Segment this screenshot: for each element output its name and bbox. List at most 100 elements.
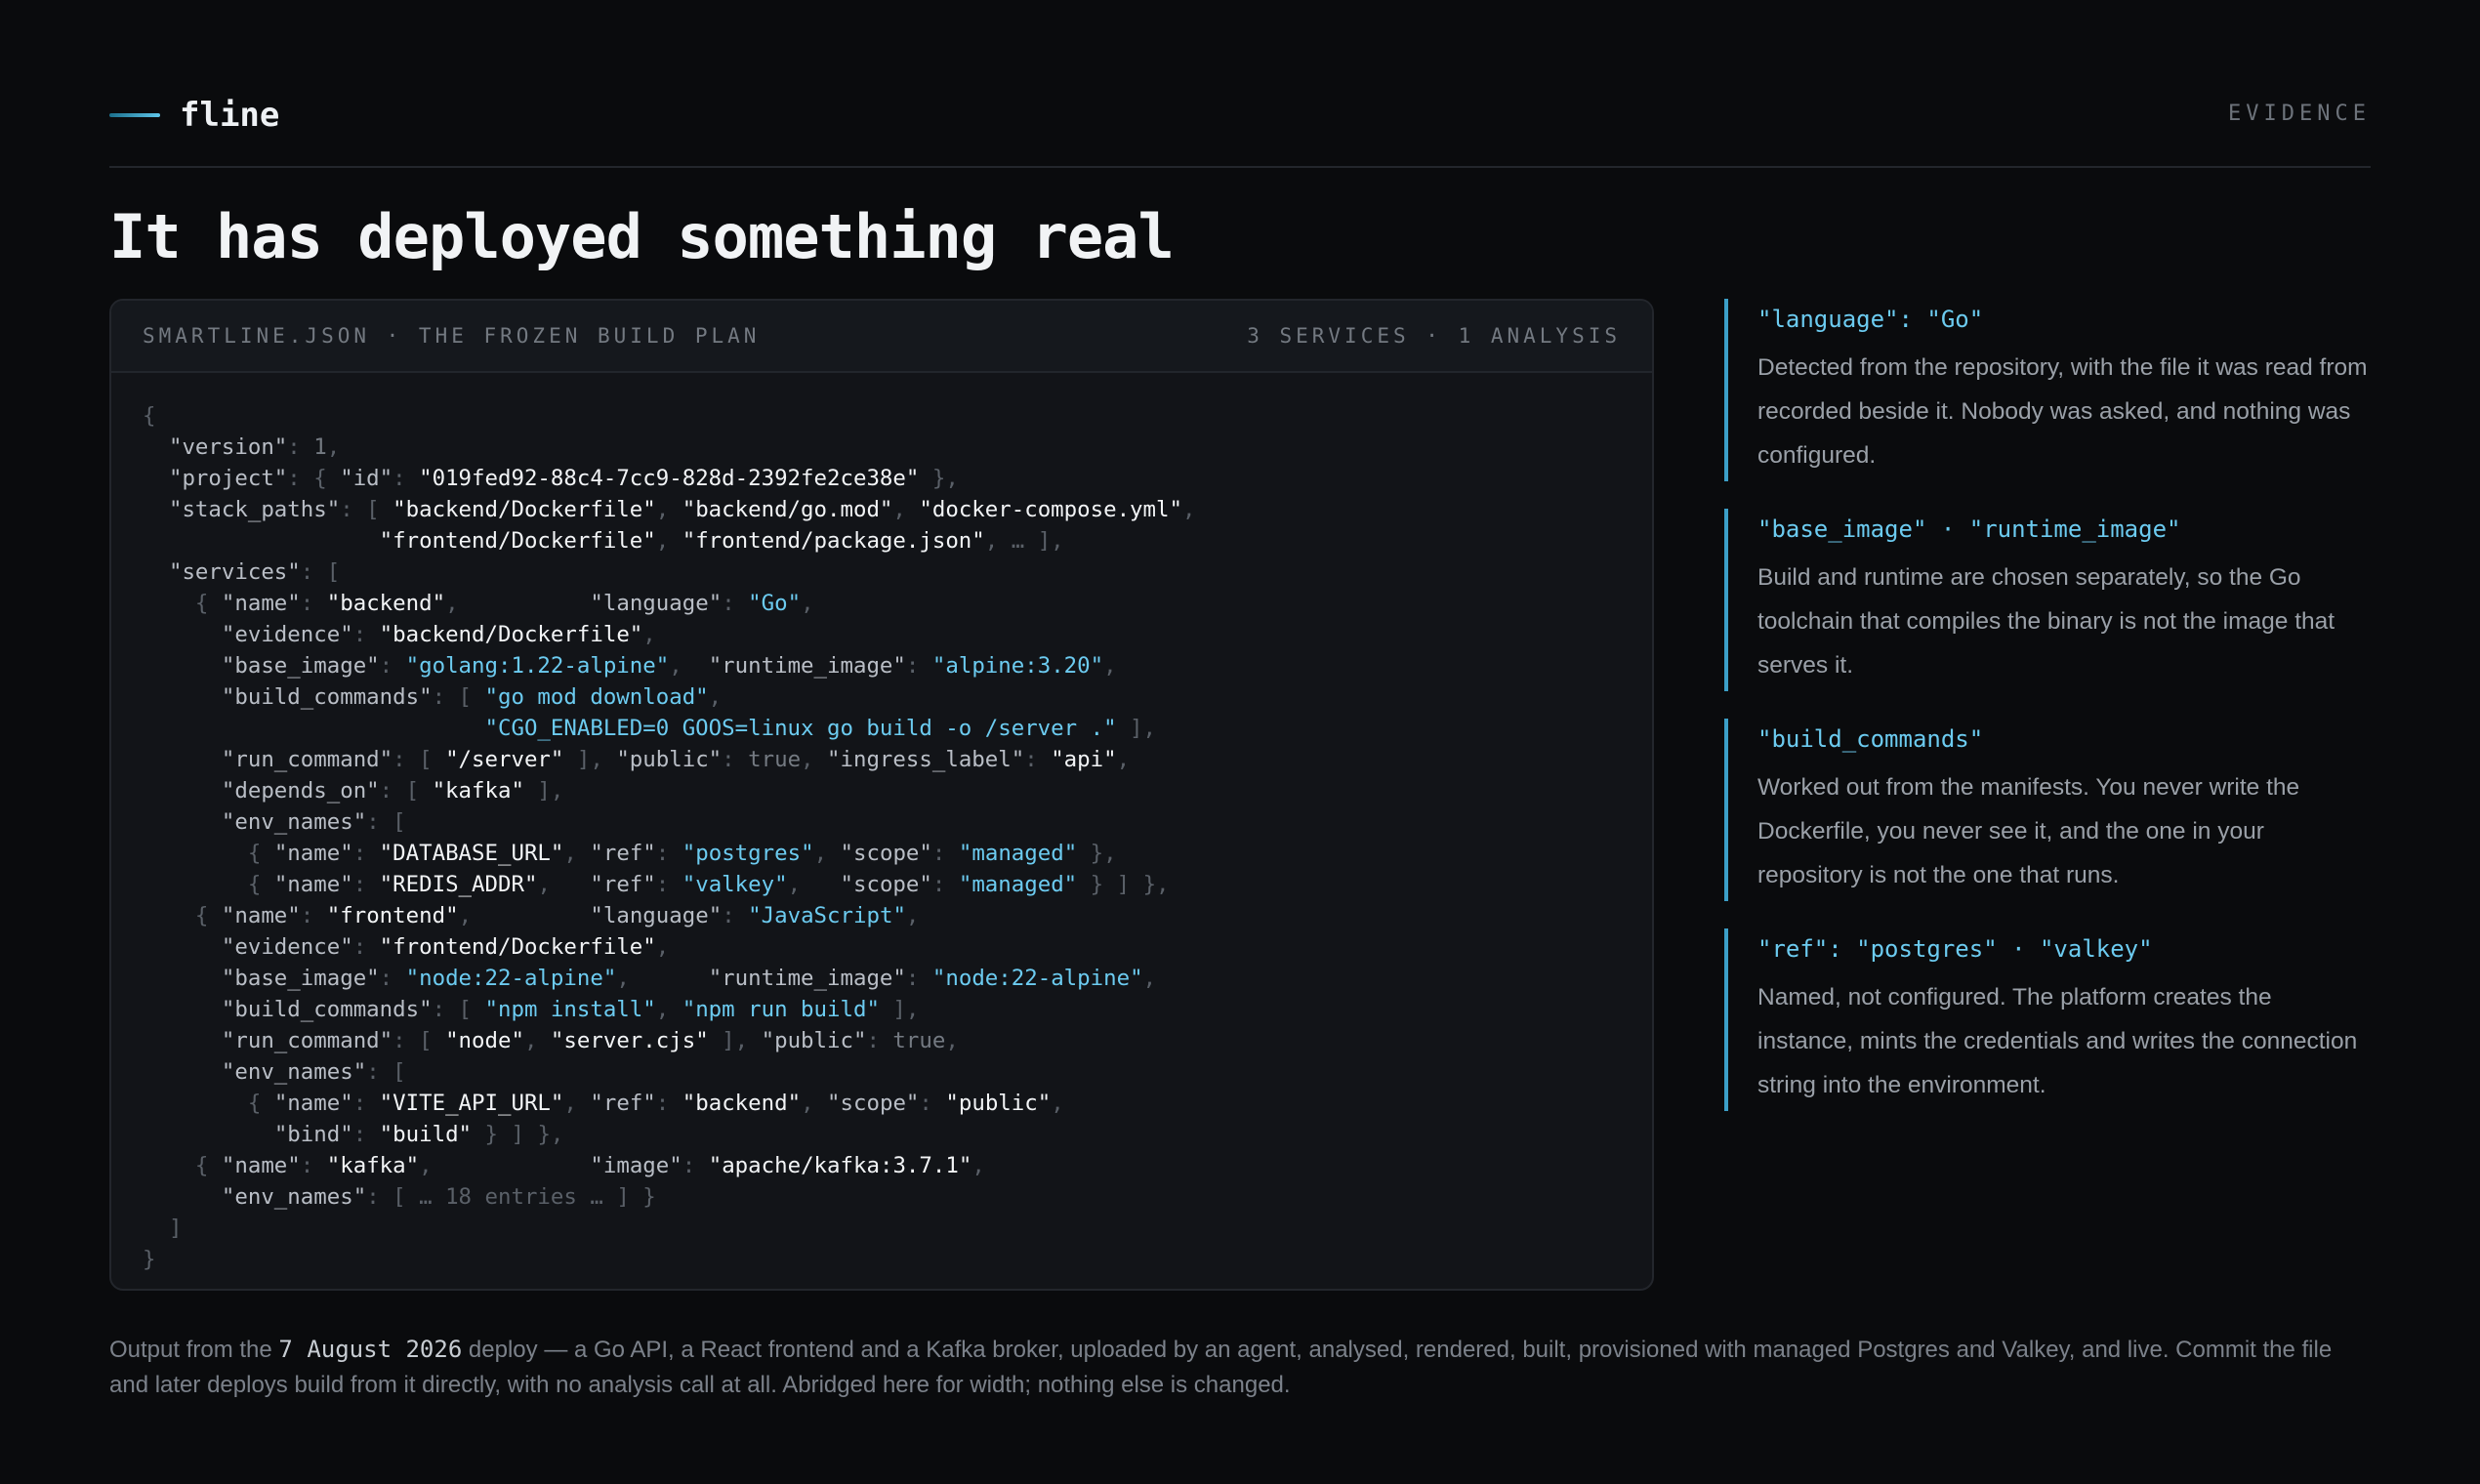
code-token: : [ … 18 entries … ] } [366, 1184, 656, 1210]
code-token: "bind" [273, 1122, 353, 1147]
code-line: { "name": "frontend", "language": "JavaS… [143, 903, 919, 928]
code-token: "evidence" [221, 934, 353, 960]
code-token: : [300, 903, 327, 928]
code-token: "language" [590, 591, 723, 616]
logo-mark-icon [109, 113, 160, 117]
code-token: "valkey" [682, 872, 788, 897]
code-token: , [445, 591, 591, 616]
code-token: "env_names" [221, 1059, 367, 1085]
code-token: : [ [432, 684, 485, 710]
code-token: "public" [761, 1028, 867, 1053]
code-token: "backend" [326, 591, 446, 616]
code-token: "npm install" [484, 997, 656, 1022]
code-token: "CGO_ENABLED=0 GOOS=linux go build -o /s… [484, 716, 1117, 741]
code-line: { "name": "DATABASE_URL", "ref": "postgr… [143, 841, 1117, 866]
code-token: , [892, 497, 920, 522]
code-token: "backend" [682, 1091, 802, 1116]
code-line: { [143, 403, 155, 429]
evidence-note-key: "base_image" · "runtime_image" [1757, 515, 2181, 543]
code-token: "docker-compose.yml" [919, 497, 1182, 522]
evidence-note-key: "ref": "postgres" · "valkey" [1757, 935, 2153, 963]
code-token: "server.cjs" [550, 1028, 709, 1053]
code-token: "go mod download" [484, 684, 709, 710]
code-token: , [1116, 747, 1131, 772]
evidence-note-text: Named, not configured. The platform crea… [1757, 984, 2358, 1098]
code-line: { "name": "backend", "language": "Go", [143, 591, 814, 616]
code-token: "base_image" [221, 966, 380, 991]
code-line: "version": 1, [143, 434, 340, 460]
code-token: : [722, 903, 749, 928]
code-token: , [326, 434, 341, 460]
code-token: , [537, 872, 591, 897]
code-token: , [945, 1028, 959, 1053]
code-line: ] [143, 1216, 182, 1241]
code-token: , [1051, 1091, 1064, 1116]
code-token: "backend/go.mod" [682, 497, 893, 522]
code-line: "run_command": [ "/server" ], "public": … [143, 747, 1130, 772]
evidence-note-text: Detected from the repository, with the f… [1757, 354, 2368, 469]
code-token: "name" [221, 903, 301, 928]
code-line: "env_names": [ [143, 1059, 406, 1085]
code-token: "scope" [827, 1091, 920, 1116]
code-token: , [563, 841, 591, 866]
code-line: { "name": "REDIS_ADDR", "ref": "valkey",… [143, 872, 1170, 897]
page-title: It has deployed something real [109, 201, 1175, 272]
code-token: ] [168, 1216, 183, 1241]
code-token: { [194, 591, 222, 616]
code-token: "node:22-alpine" [405, 966, 617, 991]
evidence-note-key: "language": "Go" [1757, 306, 1984, 333]
code-token: } ] }, [472, 1122, 564, 1147]
code-token: : [300, 591, 327, 616]
code-token: "run_command" [221, 747, 393, 772]
code-token: "version" [168, 434, 288, 460]
code-token: , [655, 934, 670, 960]
code-panel: SMARTLINE.JSON · THE FROZEN BUILD PLAN 3… [109, 299, 1654, 1291]
code-token: "frontend/package.json" [682, 528, 985, 554]
code-token: } ] }, [1077, 872, 1170, 897]
code-token: , [813, 841, 841, 866]
evidence-note: "base_image" · "runtime_image" Build and … [1724, 509, 2369, 691]
code-token: { [247, 1091, 274, 1116]
code-token: "runtime_image" [708, 966, 906, 991]
code-line: "services": [ [143, 559, 340, 585]
evidence-note: "language": "Go" Detected from the reposi… [1724, 299, 2369, 481]
code-token: } [143, 1247, 156, 1272]
code-token: "run_command" [221, 1028, 393, 1053]
code-token: "base_image" [221, 653, 380, 679]
code-token: "managed" [958, 841, 1078, 866]
code-token: : [655, 841, 682, 866]
json-code-block: { "version": 1, "project": { "id": "019f… [111, 373, 1652, 1275]
code-token: "backend/Dockerfile" [379, 622, 643, 647]
code-token: , … ], [984, 528, 1064, 554]
code-token: : [905, 653, 932, 679]
code-token: "ref" [590, 841, 656, 866]
code-token: "ref" [590, 1091, 656, 1116]
code-token: "postgres" [682, 841, 814, 866]
code-token: "id" [340, 466, 393, 491]
code-token: , [655, 497, 682, 522]
code-line: "build_commands": [ "npm install", "npm … [143, 997, 920, 1022]
evidence-notes: "language": "Go" Detected from the reposi… [1724, 299, 2369, 1138]
code-panel-summary: 3 SERVICES · 1 ANALYSIS [1247, 324, 1621, 348]
evidence-note-text: Worked out from the manifests. You never… [1757, 774, 2300, 888]
code-token: : [ [366, 809, 406, 835]
code-token: "public" [945, 1091, 1052, 1116]
brand-logo[interactable]: fline [109, 96, 279, 135]
code-token: : [1024, 747, 1052, 772]
code-token: { [194, 903, 222, 928]
code-token: }, [1077, 841, 1117, 866]
code-token: "kafka" [432, 778, 524, 804]
